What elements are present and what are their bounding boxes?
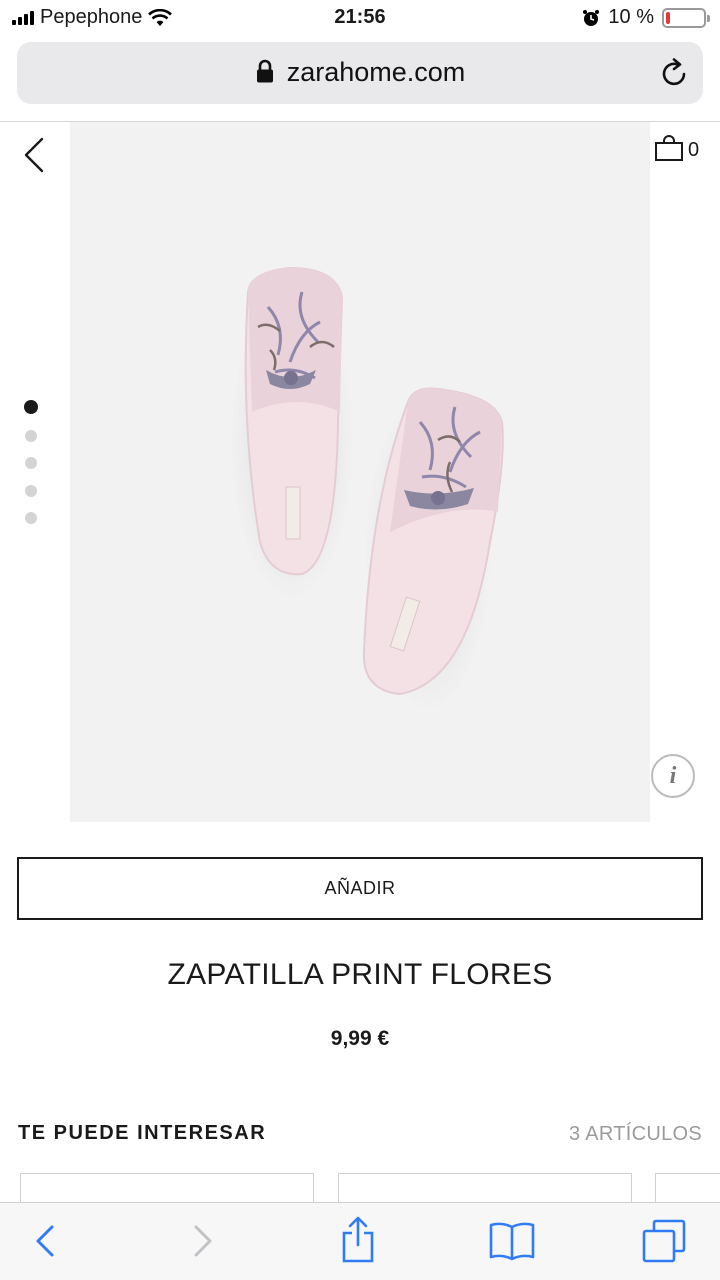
product-image[interactable]: [70, 122, 650, 822]
battery-fill: [666, 11, 670, 24]
cart-count: 0: [688, 139, 700, 161]
forward-icon[interactable]: [188, 1219, 218, 1263]
info-button[interactable]: i: [651, 754, 695, 798]
address-text-wrap: zarahome.com: [17, 57, 703, 88]
shopping-bag-icon: [655, 135, 683, 161]
cart-button[interactable]: 0: [654, 134, 699, 162]
battery-percent: 10 %: [608, 6, 654, 28]
browser-chrome: zarahome.com: [0, 38, 720, 122]
back-icon[interactable]: [30, 1219, 60, 1263]
info-icon: i: [669, 763, 677, 789]
tabs-icon[interactable]: [640, 1217, 688, 1265]
status-bar: Pepephone 21:56 10 %: [0, 0, 720, 38]
share-icon[interactable]: [340, 1215, 376, 1265]
back-arrow-icon[interactable]: [20, 136, 50, 174]
bookmarks-icon[interactable]: [488, 1221, 536, 1261]
pager-dot[interactable]: [24, 400, 38, 414]
recommendations-title: TE PUEDE INTERESAR: [18, 1122, 267, 1144]
address-bar[interactable]: zarahome.com: [17, 42, 703, 104]
alarm-icon: [583, 9, 600, 26]
pager-dot[interactable]: [25, 429, 37, 442]
battery-group: 10 %: [582, 6, 710, 29]
product-title: ZAPATILLA PRINT FLORES: [167, 958, 553, 991]
browser-toolbar: [0, 1202, 720, 1280]
recommendations-count: 3 ARTÍCULOS: [569, 1123, 702, 1145]
add-to-cart-button[interactable]: AÑADIR: [17, 857, 703, 920]
url-text: zarahome.com: [286, 57, 466, 87]
reload-icon[interactable]: [661, 58, 689, 88]
pager-dot[interactable]: [25, 484, 37, 497]
image-pager[interactable]: [24, 400, 38, 540]
slippers-image: [230, 266, 504, 712]
lock-icon: [256, 59, 273, 83]
pager-dot[interactable]: [25, 512, 37, 524]
battery-icon: [662, 7, 710, 28]
pager-dot[interactable]: [25, 457, 37, 469]
product-price: 9,99 €: [330, 1027, 390, 1050]
